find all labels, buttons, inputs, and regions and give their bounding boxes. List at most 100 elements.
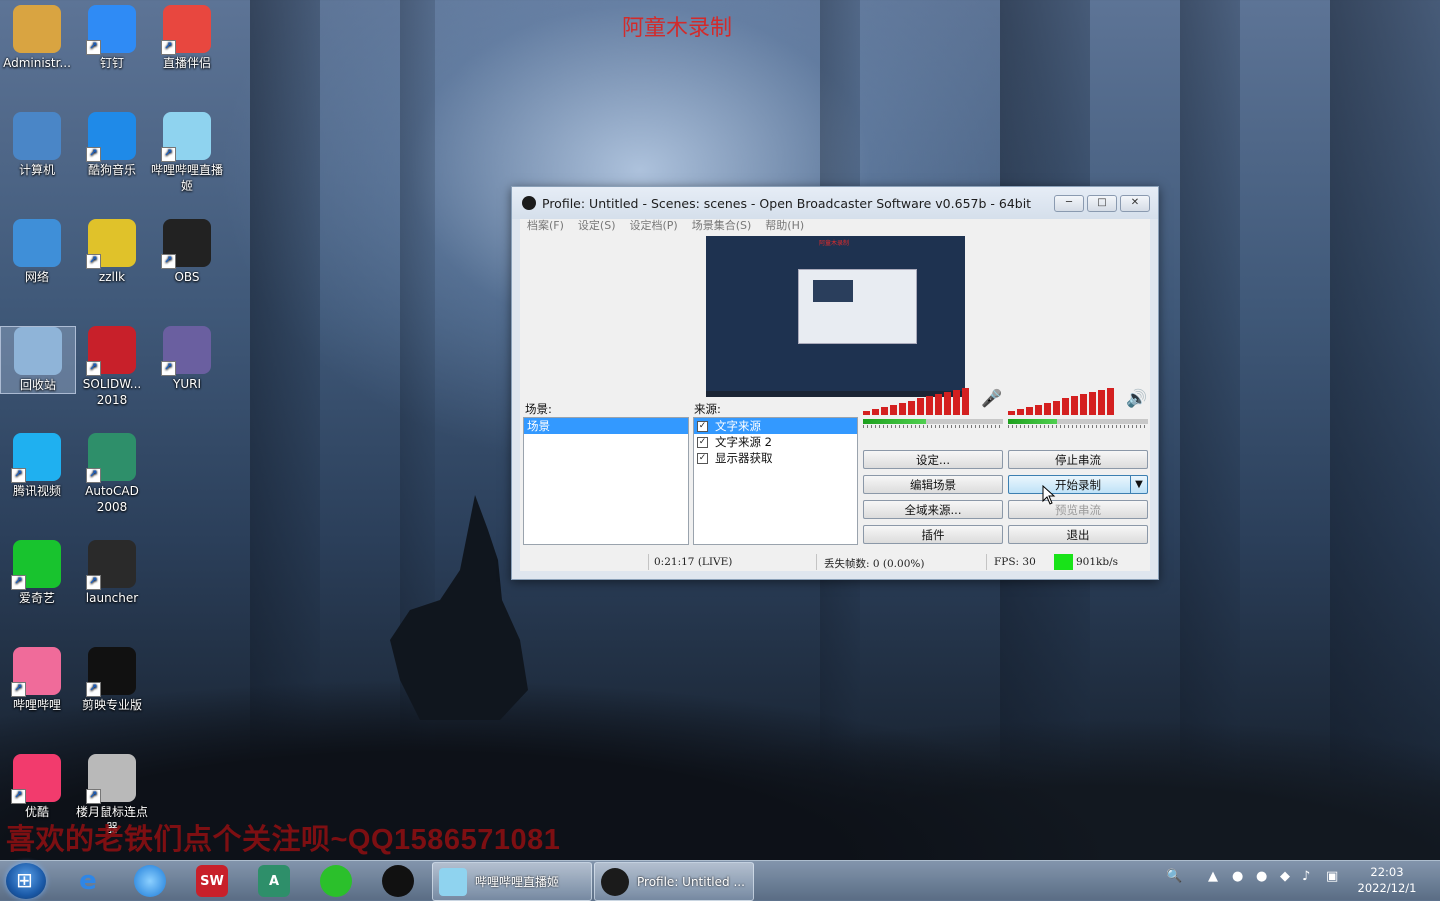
clock-time: 22:03: [1370, 865, 1404, 879]
solidworks-taskbar-icon[interactable]: SW: [196, 865, 228, 897]
task-bilibili-live[interactable]: 哔哩哔哩直播姬: [432, 862, 592, 901]
autocad-icon: ↗: [86, 433, 136, 483]
shortcut-arrow-icon: ↗: [161, 361, 176, 376]
source-item[interactable]: ✓ 显示器获取: [694, 450, 857, 466]
scene-item[interactable]: 场景: [524, 418, 688, 434]
recording-watermark: 阿童木录制: [622, 16, 733, 41]
record-dropdown-arrow[interactable]: ▼: [1130, 476, 1147, 493]
exit-button[interactable]: 退出: [1008, 525, 1148, 544]
shortcut-arrow-icon: ↗: [86, 468, 101, 483]
source-checkbox[interactable]: ✓: [697, 452, 708, 464]
kugou-tray-icon[interactable]: ●: [1232, 869, 1243, 884]
microphone-icon[interactable]: 🎤: [981, 389, 1002, 409]
desktop-icon[interactable]: ↗ launcher: [75, 540, 149, 606]
scenes-list[interactable]: 场景: [523, 417, 689, 545]
desktop-icon-label: launcher: [85, 591, 139, 605]
ie-icon[interactable]: e: [72, 865, 104, 897]
shortcut-arrow-icon: ↗: [11, 468, 26, 483]
obs-window-title: Profile: Untitled - Scenes: scenes - Ope…: [542, 196, 1032, 211]
stop-stream-button[interactable]: 停止串流: [1008, 450, 1148, 469]
wechat-icon[interactable]: [320, 865, 352, 897]
network-tray-icon[interactable]: ▣: [1326, 869, 1338, 884]
shortcut-arrow-icon: ↗: [11, 682, 26, 697]
stream-preview[interactable]: 阿童木录制: [706, 236, 965, 397]
shortcut-arrow-icon: ↗: [161, 147, 176, 162]
desktop-icon[interactable]: ↗ YURI: [150, 326, 224, 392]
edit-scene-button[interactable]: 编辑场景: [863, 475, 1003, 494]
desktop-icon-label: 计算机: [18, 163, 55, 177]
settings-button[interactable]: 设定...: [863, 450, 1003, 469]
sources-list[interactable]: ✓ 文字来源 ✓ 文字来源 2 ✓ 显示器获取: [693, 417, 858, 545]
stream-time: 0:21:17 (LIVE): [654, 556, 733, 568]
volume-step-bar: [1080, 394, 1087, 415]
desktop-icon[interactable]: ↗ SOLIDW... 2018: [75, 326, 149, 408]
desktop-icon[interactable]: ↗ 哔哩哔哩: [0, 647, 74, 713]
volume-step-bar: [1071, 396, 1078, 415]
preview-stream-button[interactable]: 预览串流: [1008, 500, 1148, 519]
shortcut-arrow-icon: ↗: [161, 254, 176, 269]
source-item[interactable]: ✓ 文字来源: [694, 418, 857, 434]
network-icon: [13, 219, 61, 267]
menu-scene-collection[interactable]: 场景集合(S): [692, 219, 752, 235]
desktop-icon[interactable]: Administr...: [0, 5, 74, 71]
taskbar-clock[interactable]: 22:03 2022/12/1: [1355, 864, 1419, 896]
volume-step-bar: [899, 402, 906, 415]
volume-step-bar: [953, 390, 960, 415]
desktop-icon-label: 直播伴侣: [162, 56, 211, 70]
desktop-icon[interactable]: ↗ OBS: [150, 219, 224, 285]
desktop-icon[interactable]: 计算机: [0, 112, 74, 178]
volume-step-bar: [1044, 402, 1051, 415]
start-record-button[interactable]: 开始录制 ▼: [1008, 475, 1148, 494]
mic-meter: 🎤: [863, 387, 1003, 428]
menu-help[interactable]: 帮助(H): [765, 219, 804, 235]
task-obs[interactable]: Profile: Untitled ...: [594, 862, 754, 901]
desktop-icon[interactable]: 网络: [0, 219, 74, 285]
security-tray-icon[interactable]: ◆: [1280, 869, 1290, 884]
tree-trunk: [1180, 0, 1240, 780]
desktop-icon[interactable]: ↗ 钉钉: [75, 5, 149, 71]
qq-icon[interactable]: [382, 865, 414, 897]
desktop-volume-bars[interactable]: [1008, 387, 1120, 415]
shortcut-arrow-icon: ↗: [86, 40, 101, 55]
volume-step-bar: [890, 404, 897, 415]
minimize-button[interactable]: ─: [1054, 195, 1084, 212]
shortcut-arrow-icon: ↗: [86, 254, 101, 269]
menu-settings[interactable]: 设定(S): [578, 219, 616, 235]
desktop-icon[interactable]: ↗ AutoCAD 2008: [75, 433, 149, 515]
close-button[interactable]: ✕: [1120, 195, 1150, 212]
speaker-icon[interactable]: 🔊: [1126, 389, 1147, 409]
source-item[interactable]: ✓ 文字来源 2: [694, 434, 857, 450]
volume-step-bar: [1017, 408, 1024, 415]
desktop-icon[interactable]: ↗ 直播伴侣: [150, 5, 224, 71]
menu-profile[interactable]: 设定档(P): [630, 219, 678, 235]
source-checkbox[interactable]: ✓: [697, 420, 708, 432]
start-button[interactable]: [6, 863, 46, 899]
show-hidden-icons-icon[interactable]: ▲: [1208, 869, 1218, 884]
desktop-icon[interactable]: ↗ 腾讯视频: [0, 433, 74, 499]
desktop-icon[interactable]: ↗ 剪映专业版: [75, 647, 149, 713]
global-sources-button[interactable]: 全域来源...: [863, 500, 1003, 519]
qq-tray-icon[interactable]: ●: [1256, 869, 1267, 884]
autocad-taskbar-icon[interactable]: A: [258, 865, 290, 897]
browser-icon[interactable]: [134, 865, 166, 897]
volume-step-bar: [1098, 390, 1105, 415]
mic-volume-bars[interactable]: [863, 387, 975, 415]
desktop-icon-label: 网络: [24, 270, 49, 284]
maximize-button[interactable]: □: [1087, 195, 1117, 212]
plugins-button[interactable]: 插件: [863, 525, 1003, 544]
desktop-icon[interactable]: ↗ 酷狗音乐: [75, 112, 149, 178]
obs-titlebar[interactable]: Profile: Untitled - Scenes: scenes - Ope…: [512, 187, 1158, 219]
desktop-icon[interactable]: ↗ zzllk: [75, 219, 149, 285]
volume-step-bar: [1089, 392, 1096, 415]
source-checkbox[interactable]: ✓: [697, 436, 708, 448]
desktop-icon[interactable]: 回收站: [0, 326, 76, 394]
menu-file[interactable]: 档案(F): [527, 219, 564, 235]
volume-tray-icon[interactable]: ♪: [1302, 869, 1310, 884]
search-tray-icon[interactable]: 🔍: [1166, 869, 1182, 884]
obs-status-bar: 0:21:17 (LIVE) 丢失帧数: 0 (0.00%) FPS: 30 9…: [520, 553, 1150, 571]
desktop-icon[interactable]: ↗ 哔哩哔哩直播姬: [150, 112, 224, 194]
wolf-silhouette: [390, 495, 528, 720]
desktop-icon[interactable]: ↗ 爱奇艺: [0, 540, 74, 606]
shortcut-arrow-icon: ↗: [86, 575, 101, 590]
desktop-icon[interactable]: ↗ 优酷: [0, 754, 74, 820]
